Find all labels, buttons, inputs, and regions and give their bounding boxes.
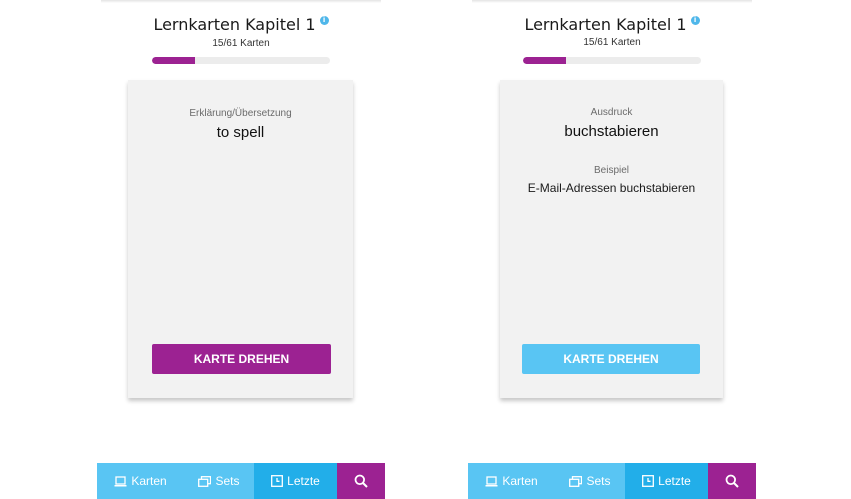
search-icon (354, 474, 368, 488)
card-count: 15/61 Karten (583, 37, 641, 48)
bottom-nav: Karten Sets Letzte (97, 463, 385, 499)
flip-card-button[interactable]: KARTE DREHEN (152, 344, 331, 374)
nav-item-label: Letzte (287, 474, 320, 488)
field-label: Beispiel (593, 165, 630, 176)
progress-bar (152, 57, 330, 64)
flashcard-panel-right: Lernkarten Kapitel 1 i 15/61 Karten Ausd… (468, 0, 756, 499)
page-title: Lernkarten Kapitel 1 (524, 14, 687, 34)
laptop-icon (114, 475, 127, 487)
progress-fill (523, 57, 566, 64)
flip-card-button[interactable]: KARTE DREHEN (522, 344, 700, 374)
stacked-cards-icon (569, 475, 583, 487)
bottom-nav: Karten Sets Letzte (468, 463, 756, 499)
nav-item-sets[interactable]: Sets (555, 463, 625, 499)
top-edge (472, 0, 752, 3)
field-value: E-Mail-Adressen buchstabieren (527, 181, 696, 195)
nav-item-search[interactable] (337, 463, 385, 499)
laptop-icon (485, 475, 498, 487)
field-label: Ausdruck (590, 107, 633, 118)
page-title: Lernkarten Kapitel 1 (153, 14, 316, 34)
nav-item-label: Karten (131, 474, 167, 488)
nav-item-label: Sets (215, 474, 240, 488)
search-icon (725, 474, 739, 488)
nav-item-search[interactable] (708, 463, 756, 499)
progress-fill (152, 57, 195, 64)
flashcard-panel-left: Lernkarten Kapitel 1 i 15/61 Karten Erkl… (97, 0, 385, 499)
nav-item-letzte[interactable]: Letzte (254, 463, 337, 499)
card-count: 15/61 Karten (212, 38, 270, 49)
field-label: Erklärung/Übersetzung (189, 108, 292, 119)
flashcard[interactable]: Ausdruck buchstabieren Beispiel E-Mail-A… (500, 80, 723, 398)
nav-item-label: Karten (502, 474, 538, 488)
info-icon[interactable]: i (319, 16, 329, 25)
stacked-cards-icon (198, 475, 212, 487)
nav-item-letzte[interactable]: Letzte (625, 463, 708, 499)
progress-bar (523, 57, 701, 64)
nav-item-karten[interactable]: Karten (97, 463, 184, 499)
nav-item-label: Letzte (658, 474, 691, 488)
title-row: Lernkarten Kapitel 1 i (468, 12, 756, 36)
clock-icon (271, 475, 284, 487)
info-icon[interactable]: i (690, 16, 700, 25)
title-row: Lernkarten Kapitel 1 i (97, 12, 385, 36)
nav-item-label: Sets (586, 474, 611, 488)
field-value: to spell (216, 124, 265, 141)
nav-item-karten[interactable]: Karten (468, 463, 555, 499)
field-value: buchstabieren (564, 123, 659, 140)
nav-item-sets[interactable]: Sets (184, 463, 254, 499)
top-edge (101, 0, 381, 3)
flashcard[interactable]: Erklärung/Übersetzung to spell KARTE DRE… (128, 80, 353, 398)
clock-icon (642, 475, 655, 487)
